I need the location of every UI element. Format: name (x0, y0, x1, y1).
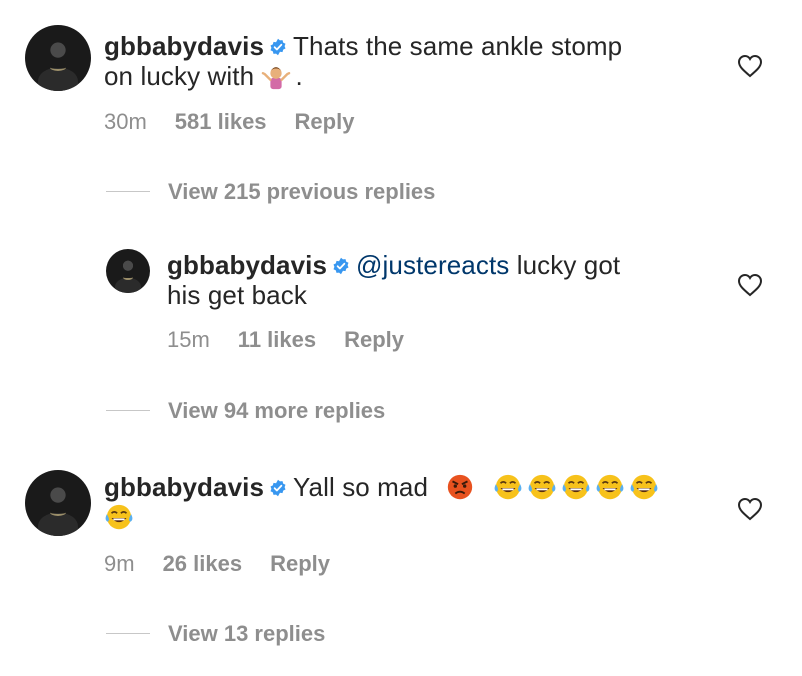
tears-of-joy-emoji-icon (595, 472, 625, 502)
verified-badge-icon (269, 38, 287, 56)
comment-meta: 9m 26 likes Reply (104, 551, 358, 577)
pouting-face-emoji-icon (445, 472, 475, 502)
comment-meta: 15m 11 likes Reply (167, 327, 432, 353)
comment-body-line2: his get back (167, 280, 307, 310)
comment-meta: 30m 581 likes Reply (104, 109, 382, 135)
timestamp: 15m (167, 327, 210, 352)
avatar[interactable] (25, 470, 91, 536)
mention-link[interactable]: @justereacts (356, 250, 509, 280)
comment-body-line2: on lucky with (104, 61, 262, 91)
comment-text: gbbabydavis Thats the same ankle stomp on… (104, 31, 704, 91)
timestamp: 30m (104, 109, 147, 134)
replies-divider (106, 191, 150, 192)
like-heart-icon[interactable] (737, 497, 763, 521)
comment-text: gbbabydavis @justereacts lucky got his ge… (167, 250, 707, 310)
username[interactable]: gbbabydavis (104, 31, 264, 61)
comment-body-suffix: . (295, 61, 303, 91)
comment-text: gbbabydavis Yall so mad (104, 472, 724, 532)
tears-of-joy-emoji-icon (561, 472, 591, 502)
verified-badge-icon (332, 257, 350, 275)
reply-button[interactable]: Reply (344, 327, 404, 352)
comment-body-line1: lucky got (509, 250, 621, 280)
replies-divider (106, 633, 150, 634)
tears-of-joy-emoji-icon (493, 472, 523, 502)
username[interactable]: gbbabydavis (167, 250, 327, 280)
likes-count[interactable]: 26 likes (163, 551, 243, 576)
tears-of-joy-emoji-icon (629, 472, 659, 502)
view-replies-link[interactable]: View 215 previous replies (168, 179, 435, 205)
view-replies-link[interactable]: View 13 replies (168, 621, 325, 647)
username[interactable]: gbbabydavis (104, 472, 264, 502)
likes-count[interactable]: 581 likes (175, 109, 267, 134)
view-replies-link[interactable]: View 94 more replies (168, 398, 385, 424)
timestamp: 9m (104, 551, 135, 576)
reply-button[interactable]: Reply (295, 109, 355, 134)
avatar[interactable] (25, 25, 91, 91)
verified-badge-icon (269, 479, 287, 497)
replies-divider (106, 410, 150, 411)
tears-of-joy-emoji-icon (527, 472, 557, 502)
likes-count[interactable]: 11 likes (238, 327, 316, 352)
comment-body-line1: Yall so mad (293, 472, 429, 502)
like-heart-icon[interactable] (737, 54, 763, 78)
comment-body-line1: Thats the same ankle stomp (293, 31, 623, 61)
avatar[interactable] (106, 249, 150, 293)
like-heart-icon[interactable] (737, 273, 763, 297)
person-shrugging-emoji-icon (261, 61, 291, 91)
tears-of-joy-emoji-icon (104, 502, 134, 532)
reply-button[interactable]: Reply (270, 551, 330, 576)
